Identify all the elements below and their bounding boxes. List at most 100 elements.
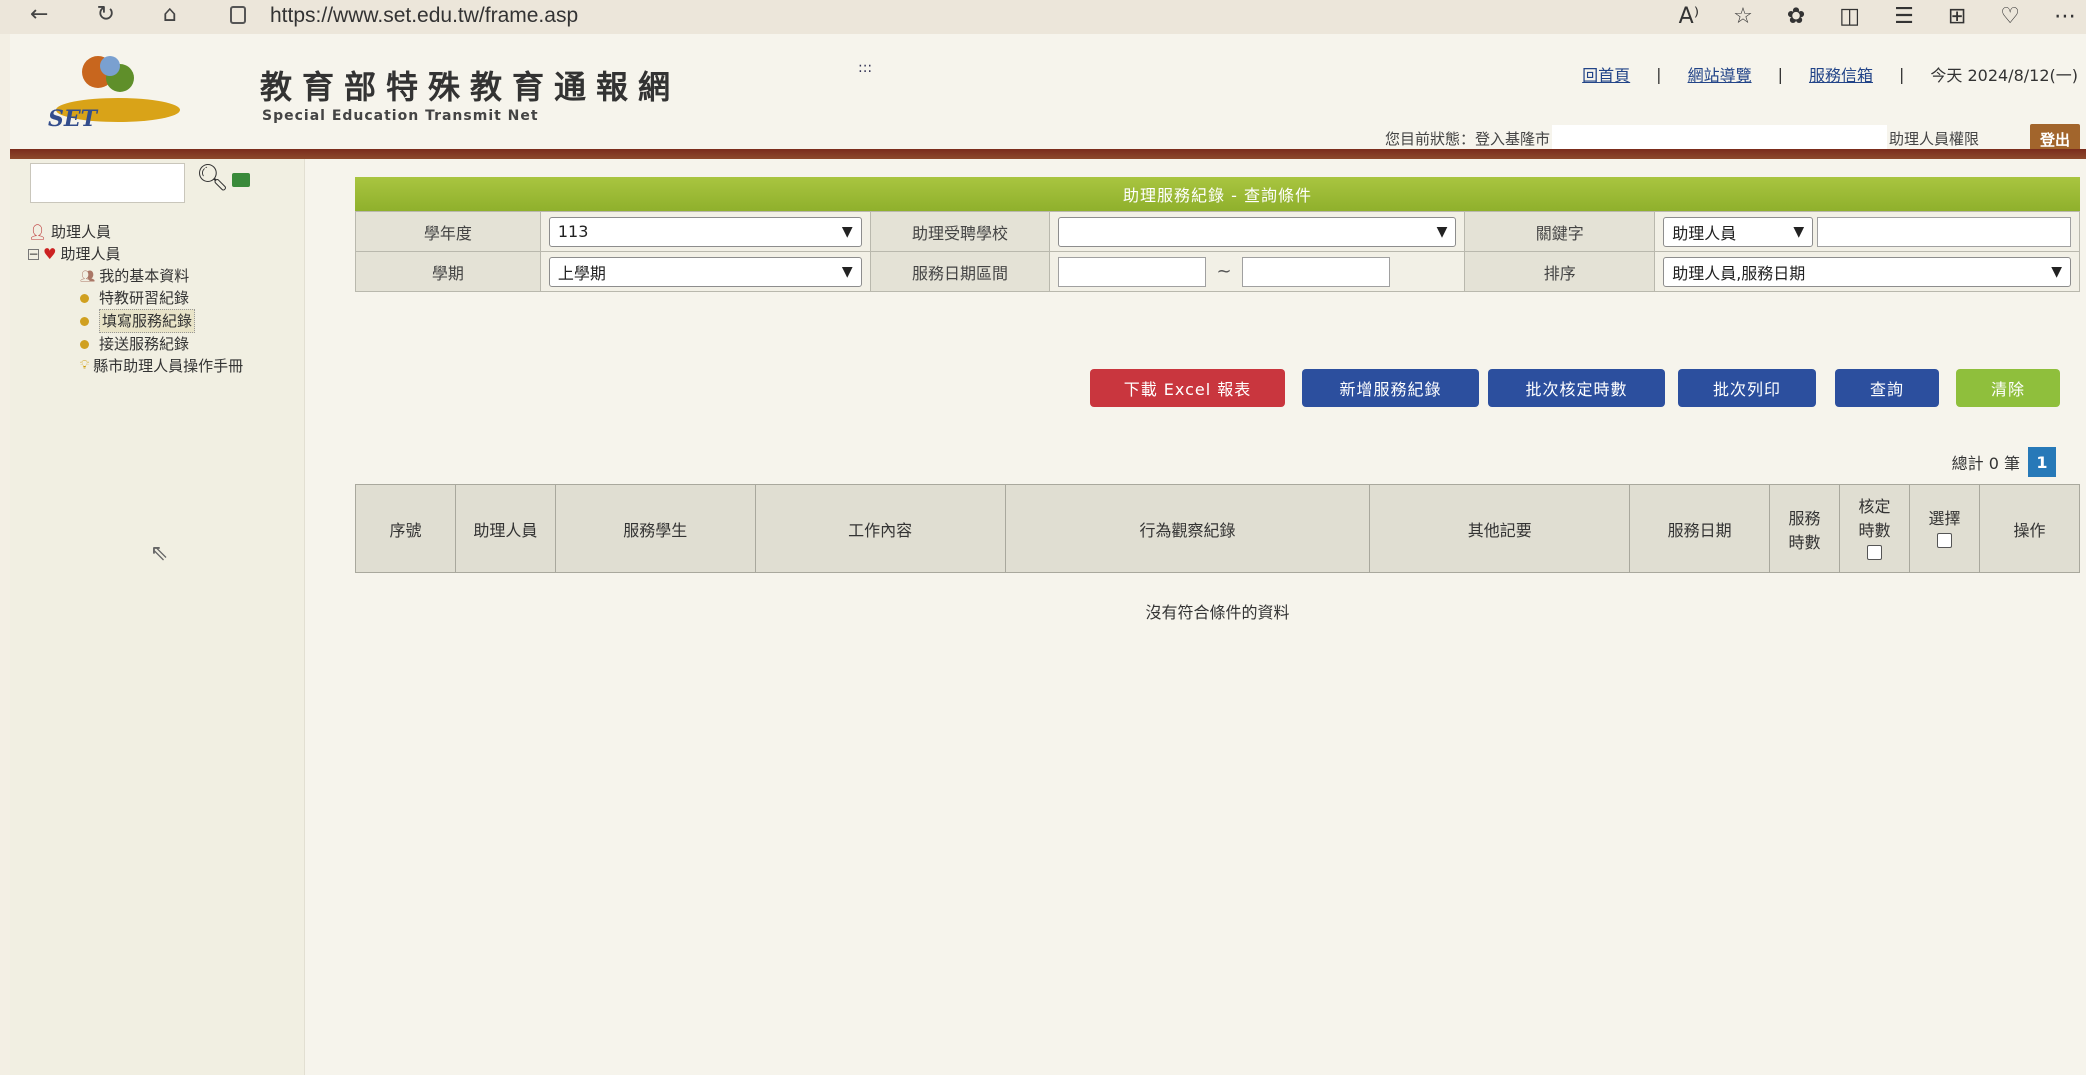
tree-group[interactable]: − ♥ 助理人員 <box>28 243 243 265</box>
col-approved-line2: 時數 <box>1858 521 1891 540</box>
sidebar-item-label: 我的基本資料 <box>99 267 190 285</box>
favorite-icon[interactable]: ☆ <box>1733 4 1753 29</box>
collapse-icon[interactable]: − <box>28 248 39 260</box>
approve-all-checkbox[interactable] <box>1867 545 1883 560</box>
sidebar-item-service-record[interactable]: 填寫服務紀錄 <box>28 309 243 333</box>
address-bar[interactable]: https://www.set.edu.tw/frame.asp <box>270 4 578 28</box>
col-approved: 核定 時數 <box>1839 484 1911 573</box>
download-excel-button[interactable]: 下載 Excel 報表 <box>1090 369 1285 407</box>
extensions-icon[interactable]: ✿ <box>1787 4 1805 29</box>
batch-approve-button[interactable]: 批次核定時數 <box>1488 369 1665 407</box>
site-subtitle: Special Education Transmit Net <box>262 108 539 124</box>
bullet-icon <box>80 339 89 349</box>
favorites-icon[interactable]: ☰ <box>1894 4 1914 29</box>
search-icon[interactable]: 🔍︎ <box>196 163 229 193</box>
date-range-label: 服務日期區間 <box>869 251 1051 292</box>
col-select-label: 選擇 <box>1928 509 1961 528</box>
page-button[interactable]: 1 <box>2028 447 2056 477</box>
sidebar-item-training[interactable]: 特教研習紀錄 <box>28 287 243 309</box>
more-icon[interactable]: ⋯ <box>2054 4 2076 29</box>
sitemap-link[interactable]: 網站導覽 <box>1688 62 1752 86</box>
nav-tree: 👤︎ 助理人員 − ♥ 助理人員 👥︎ 我的基本資料 特教研習紀錄 填寫服務紀錄 <box>28 221 243 377</box>
link-separator: | <box>1898 64 1905 84</box>
split-screen-icon[interactable]: ◫ <box>1839 4 1860 29</box>
col-select: 選擇 <box>1909 484 1980 573</box>
col-no: 序號 <box>355 484 456 573</box>
tree-root-label: 助理人員 <box>51 223 112 241</box>
browser-nav: ← ↻ ⌂ <box>30 2 177 27</box>
semester-select[interactable]: 上學期 ▼ <box>548 256 862 287</box>
login-status: 您目前狀態：登入基隆市 助理人員權限 <box>1385 125 1979 152</box>
chevron-down-icon: ▼ <box>841 263 853 280</box>
school-select[interactable]: ▼ <box>1058 216 1457 247</box>
sidebar-search-input[interactable] <box>30 163 185 203</box>
menu-dots[interactable]: ::: <box>858 60 872 76</box>
refresh-icon[interactable]: ↻ <box>96 2 114 27</box>
main-content: 助理服務紀錄 - 查詢條件 學年度 113 ▼ 助理受聘學校 ▼ 關鍵字 助理人… <box>310 159 2086 1075</box>
year-select[interactable]: 113 ▼ <box>548 216 862 247</box>
result-summary: 總計 0 筆 1 <box>1952 447 2056 477</box>
col-hours-line1: 服務 <box>1788 508 1821 528</box>
link-separator: | <box>1656 64 1662 84</box>
year-value: 113 <box>557 222 589 241</box>
set-logo[interactable]: SET <box>40 44 180 130</box>
link-separator: | <box>1777 64 1783 84</box>
tree-group-label: 助理人員 <box>60 245 121 263</box>
panel-title: 助理服務紀錄 - 查詢條件 <box>355 177 2080 211</box>
collections-icon[interactable]: ⊞ <box>1948 4 1966 29</box>
bulb-icon: 💡︎ <box>80 358 90 373</box>
col-other: 其他記要 <box>1369 484 1631 573</box>
status-suffix: 助理人員權限 <box>1889 130 1980 148</box>
page: SET 教育部特殊教育通報網 Special Education Transmi… <box>10 34 2086 1075</box>
semester-value: 上學期 <box>557 263 606 283</box>
page-info-icon[interactable] <box>230 6 246 24</box>
sort-label: 排序 <box>1464 251 1656 292</box>
back-icon[interactable]: ← <box>30 2 48 27</box>
col-hours: 服務 時數 <box>1769 484 1841 573</box>
col-hours-line2: 時數 <box>1788 532 1821 552</box>
performance-icon[interactable]: ♡ <box>2000 4 2020 29</box>
result-table: 序號 助理人員 服務學生 工作內容 行為觀察紀錄 其他記要 服務日期 服務 時數… <box>355 484 2081 573</box>
col-date: 服務日期 <box>1629 484 1771 573</box>
col-assistant: 助理人員 <box>454 484 556 573</box>
read-aloud-icon[interactable]: A⁾ <box>1679 4 1699 29</box>
chevron-down-icon: ▼ <box>841 223 853 240</box>
select-all-checkbox[interactable] <box>1937 533 1952 548</box>
date-to-input[interactable] <box>1241 256 1390 287</box>
year-label: 學年度 <box>355 211 541 252</box>
search-button[interactable]: 查詢 <box>1835 369 1939 407</box>
bullet-icon <box>80 316 89 326</box>
date-separator: ~ <box>1216 261 1232 282</box>
batch-print-button[interactable]: 批次列印 <box>1678 369 1816 407</box>
home-link[interactable]: 回首頁 <box>1582 62 1630 86</box>
redacted-name <box>1552 125 1888 152</box>
sort-select[interactable]: 助理人員,服務日期 ▼ <box>1663 256 2071 287</box>
bullet-icon <box>80 293 89 303</box>
date-text: 今天 2024/8/12(一) <box>1930 66 2078 85</box>
sidebar: 🔍︎ 👤︎ 助理人員 − ♥ 助理人員 👥︎ 我的基本資料 特教研習紀錄 填寫服… <box>10 159 305 1075</box>
mailbox-link[interactable]: 服務信箱 <box>1809 62 1873 86</box>
clear-button[interactable]: 清除 <box>1956 369 2060 407</box>
site-header: SET 教育部特殊教育通報網 Special Education Transmi… <box>10 34 2086 159</box>
query-form: 學年度 113 ▼ 助理受聘學校 ▼ 關鍵字 助理人員 ▼ 學期 上學期 ▼ 服… <box>355 211 2080 292</box>
keyword-input[interactable] <box>1817 216 2071 247</box>
sidebar-item-label: 填寫服務紀錄 <box>99 309 196 333</box>
col-work: 工作內容 <box>754 484 1006 573</box>
date-from-input[interactable] <box>1058 256 1207 287</box>
tree-root[interactable]: 👤︎ 助理人員 <box>28 221 243 243</box>
sidebar-item-profile[interactable]: 👥︎ 我的基本資料 <box>28 265 243 287</box>
sidebar-item-label: 特教研習紀錄 <box>99 289 190 307</box>
browser-toolbar: ← ↻ ⌂ https://www.set.edu.tw/frame.asp A… <box>0 0 2086 34</box>
keyword-field-select[interactable]: 助理人員 ▼ <box>1663 216 1814 247</box>
sidebar-item-manual[interactable]: 💡︎ 縣市助理人員操作手冊 <box>28 355 243 377</box>
folder-icon[interactable] <box>232 173 250 187</box>
add-record-button[interactable]: 新增服務紀錄 <box>1302 369 1479 407</box>
home-icon[interactable]: ⌂ <box>163 2 177 27</box>
sidebar-item-transport[interactable]: 接送服務紀錄 <box>28 333 243 355</box>
chevron-down-icon: ▼ <box>1793 223 1805 240</box>
sidebar-item-label: 縣市助理人員操作手冊 <box>93 357 244 375</box>
action-bar: 下載 Excel 報表 新增服務紀錄 批次核定時數 批次列印 查詢 清除 <box>310 369 2086 409</box>
status-prefix: 您目前狀態：登入基隆市 <box>1385 130 1551 148</box>
mouse-cursor-icon: ⇖ <box>150 541 169 566</box>
chevron-down-icon: ▼ <box>2051 263 2062 280</box>
